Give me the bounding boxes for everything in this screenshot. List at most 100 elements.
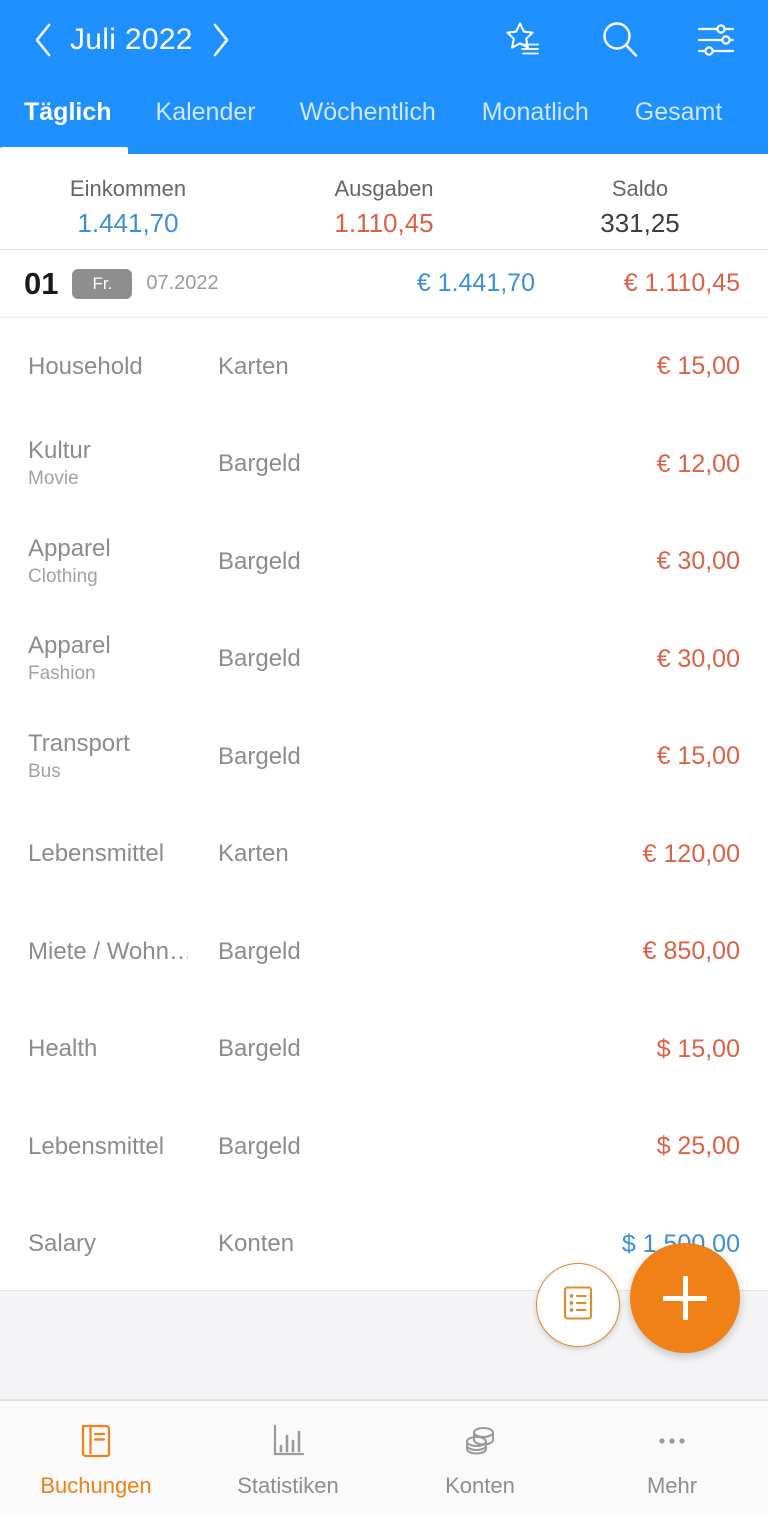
current-month-label: Juli 2022 — [70, 23, 193, 56]
nav-item-konten[interactable]: Konten — [384, 1401, 576, 1513]
tab-calendar[interactable]: Kalender — [154, 92, 258, 132]
transaction-account: Karten — [218, 840, 289, 868]
date-month-year: 07.2022 — [146, 272, 219, 294]
template-button[interactable] — [536, 1263, 620, 1347]
app-root: Juli 2022 Täglich Kalender Wöchentlich M… — [0, 0, 768, 1513]
tab-weekly[interactable]: Wöchentlich — [298, 92, 438, 132]
transaction-amount: $ 25,00 — [656, 1132, 740, 1161]
category-name: Apparel — [28, 632, 111, 660]
prev-month-button[interactable] — [24, 18, 62, 62]
table-row[interactable]: Lebensmittel Bargeld $ 25,00 — [0, 1098, 768, 1196]
floating-action-strip — [0, 1243, 768, 1400]
transaction-category: Kultur Movie — [28, 436, 188, 492]
nav-label: Buchungen — [40, 1473, 152, 1498]
subcategory-name: Movie — [28, 468, 79, 490]
table-row[interactable]: Apparel Fashion Bargeld € 30,00 — [0, 610, 768, 708]
transaction-amount: € 30,00 — [656, 547, 740, 576]
ellipsis-icon — [651, 1419, 693, 1463]
active-tab-indicator — [0, 147, 128, 154]
summary-balance: Saldo 331,25 — [512, 164, 768, 249]
tab-total[interactable]: Gesamt — [633, 92, 725, 132]
star-list-icon — [503, 19, 545, 61]
transaction-category: Transport Bus — [28, 729, 188, 785]
date-income-total: € 1.441,70 — [416, 269, 535, 297]
transaction-account: Karten — [218, 352, 289, 380]
nav-label: Mehr — [646, 1473, 698, 1498]
transaction-amount: € 12,00 — [656, 449, 740, 478]
summary-income-value: 1.441,70 — [77, 207, 179, 238]
transaction-category: Lebensmittel — [28, 1132, 188, 1162]
category-name: Salary — [28, 1230, 97, 1258]
plus-icon — [663, 1276, 707, 1320]
transaction-category: Household — [28, 352, 188, 382]
transaction-amount: € 15,00 — [656, 352, 740, 381]
filter-button[interactable] — [694, 18, 738, 62]
category-name: Miete / Wohn… — [28, 937, 188, 965]
view-mode-tabs: Täglich Kalender Wöchentlich Monatlich G… — [0, 80, 768, 154]
date-group-header[interactable]: 01 Fr. 07.2022 € 1.441,70 € 1.110,45 — [0, 250, 768, 318]
bottom-navigation: Buchungen Statistiken Konten Mehr — [0, 1400, 768, 1513]
search-icon — [599, 19, 641, 61]
table-row[interactable]: Apparel Clothing Bargeld € 30,00 — [0, 513, 768, 611]
summary-expense-value: 1.110,45 — [334, 207, 434, 238]
transaction-category: Apparel Clothing — [28, 534, 188, 590]
coins-icon — [459, 1419, 501, 1463]
tab-daily[interactable]: Täglich — [22, 92, 114, 132]
transaction-category: Lebensmittel — [28, 839, 188, 869]
add-transaction-button[interactable] — [630, 1243, 740, 1353]
month-navigator: Juli 2022 — [24, 18, 239, 62]
app-header: Juli 2022 Täglich Kalender Wöchentlich M… — [0, 0, 768, 154]
nav-item-buchungen[interactable]: Buchungen — [0, 1401, 192, 1513]
book-icon — [75, 1419, 117, 1463]
category-name: Transport — [28, 729, 130, 757]
summary-balance-label: Saldo — [611, 175, 669, 201]
bar-chart-icon — [267, 1419, 309, 1463]
table-row[interactable]: Transport Bus Bargeld € 15,00 — [0, 708, 768, 806]
nav-label: Statistiken — [237, 1473, 339, 1498]
transaction-account: Bargeld — [218, 742, 301, 770]
subcategory-name: Fashion — [28, 663, 96, 685]
summary-expense-label: Ausgaben — [334, 175, 434, 201]
transaction-category: Health — [28, 1034, 188, 1064]
transaction-category: Apparel Fashion — [28, 631, 188, 687]
period-summary-bar: Einkommen 1.441,70 Ausgaben 1.110,45 Sal… — [0, 154, 768, 250]
header-top-bar: Juli 2022 — [0, 0, 768, 80]
next-month-button[interactable] — [201, 18, 239, 62]
table-row[interactable]: Miete / Wohn… Bargeld € 850,00 — [0, 903, 768, 1001]
nav-item-mehr[interactable]: Mehr — [576, 1401, 768, 1513]
category-name: Kultur — [28, 437, 91, 465]
date-expense-total: € 1.110,45 — [623, 269, 740, 297]
transaction-account: Konten — [218, 1230, 295, 1258]
favorites-button[interactable] — [502, 18, 546, 62]
transaction-amount: € 120,00 — [642, 839, 740, 868]
transaction-category: Salary — [28, 1229, 188, 1259]
summary-balance-value: 331,25 — [600, 207, 680, 238]
date-weekday-badge: Fr. — [72, 268, 133, 299]
transaction-account: Bargeld — [218, 1035, 301, 1063]
transaction-amount: € 850,00 — [642, 937, 740, 966]
transaction-category: Miete / Wohn… — [28, 937, 188, 967]
date-day-number: 01 — [24, 266, 59, 301]
transaction-amount: $ 15,00 — [656, 1034, 740, 1063]
subcategory-name: Clothing — [28, 565, 98, 587]
transaction-account: Bargeld — [218, 1132, 301, 1160]
table-row[interactable]: Health Bargeld $ 15,00 — [0, 1000, 768, 1098]
transaction-amount: € 30,00 — [656, 644, 740, 673]
transaction-list: Household Karten € 15,00 Kultur Movie Ba… — [0, 318, 768, 1290]
nav-item-statistiken[interactable]: Statistiken — [192, 1401, 384, 1513]
category-name: Health — [28, 1035, 98, 1063]
transaction-account: Bargeld — [218, 547, 301, 575]
search-button[interactable] — [598, 18, 642, 62]
filter-sliders-icon — [695, 19, 737, 61]
transaction-account: Bargeld — [218, 450, 301, 478]
tab-monthly[interactable]: Monatlich — [480, 92, 591, 132]
category-name: Lebensmittel — [28, 840, 165, 868]
table-row[interactable]: Kultur Movie Bargeld € 12,00 — [0, 415, 768, 513]
table-row[interactable]: Household Karten € 15,00 — [0, 318, 768, 416]
summary-expense: Ausgaben 1.110,45 — [256, 164, 512, 249]
template-list-icon — [556, 1281, 600, 1330]
table-row[interactable]: Lebensmittel Karten € 120,00 — [0, 805, 768, 903]
nav-label: Konten — [445, 1473, 515, 1498]
summary-income-label: Einkommen — [69, 175, 187, 201]
transaction-account: Bargeld — [218, 937, 301, 965]
